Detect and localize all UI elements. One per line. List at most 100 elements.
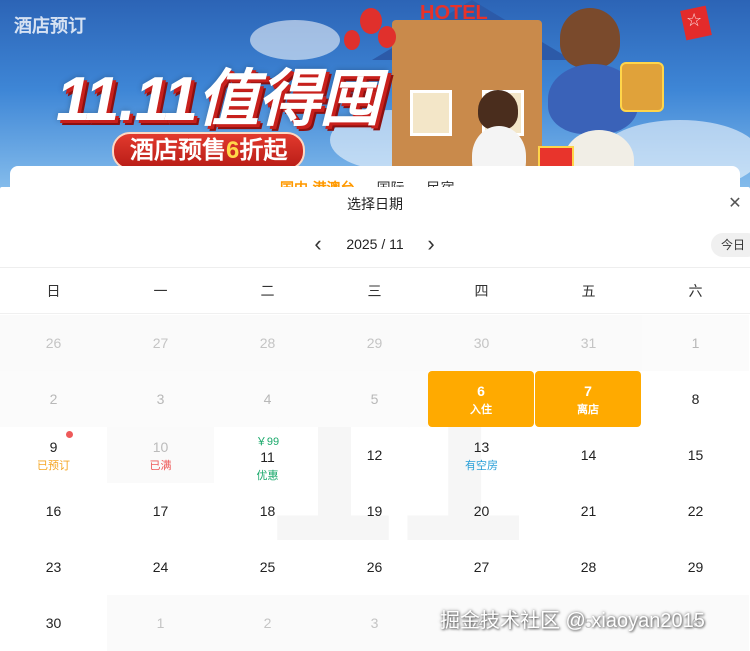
calendar-day[interactable]: 18 [214,483,321,539]
day-tag: 入住 [470,404,492,416]
day-number: 10 [152,439,169,455]
day-number: 1 [691,335,700,351]
calendar-day[interactable]: 7 离店 [535,371,641,427]
site-watermark: 掘金技术社区 @ xiaoyan2015 [440,610,705,632]
calendar-day[interactable]: 20 [428,483,535,539]
today-button[interactable]: 今日 [711,233,750,257]
calendar-grid: 26 27 28 29 30 31 1 2 3 4 5 6 入住 7 离店 8 9 已预订 10 已满 ￥99 11 优惠 1… [0,315,750,651]
day-tag: 有空房 [465,460,498,472]
page-title: 酒店预订 [14,16,86,36]
calendar-day: 2 [0,371,107,427]
prev-month-icon[interactable]: ‹ [305,231,331,257]
weekday-mon: 一 [153,283,168,299]
calendar-day[interactable]: 24 [107,539,214,595]
calendar-day[interactable]: 28 [535,539,642,595]
day-number: 13 [473,439,490,455]
next-month-icon[interactable]: › [418,231,444,257]
calendar-day[interactable]: 27 [428,539,535,595]
weekday-sat: 六 [688,283,703,299]
day-number: 15 [687,447,704,463]
calendar-day: 26 [0,315,107,371]
calendar-day: 1 [107,595,214,651]
calendar-day: 27 [107,315,214,371]
day-number: 26 [45,335,62,351]
promo-subtitle-prefix: 酒店预售 [130,137,226,164]
calendar-day: 3 [321,595,428,651]
balloon-illustration [378,26,396,48]
calendar-day[interactable]: 9 已预订 [0,427,107,483]
day-number: 2 [49,391,58,407]
day-tag: 离店 [577,404,599,416]
day-number: 4 [263,391,272,407]
booked-dot-icon [66,431,73,438]
promo-subtitle: 酒店预售6折起 [112,132,306,170]
date-picker-title: 选择日期 [347,196,403,212]
calendar-day: 2 [214,595,321,651]
calendar-day[interactable]: 6 入住 [428,371,534,427]
close-icon[interactable]: ✕ [722,191,748,217]
calendar-day[interactable]: 23 [0,539,107,595]
calendar-day[interactable]: 14 [535,427,642,483]
day-number: 18 [259,503,276,519]
day-number: 12 [366,447,383,463]
day-number: 20 [473,503,490,519]
promo-subtitle-highlight: 6 [226,137,240,164]
calendar-day[interactable]: 16 [0,483,107,539]
date-picker-sheet: 选择日期 ✕ ‹ 2025 / 11 › 今日 日 一 二 三 四 五 六 11… [0,187,750,651]
day-number: 24 [152,559,169,575]
calendar-day: 30 [428,315,535,371]
calendar-day[interactable]: 15 [642,427,749,483]
day-number: 28 [580,559,597,575]
calendar-day: 5 [321,371,428,427]
calendar-day[interactable]: 19 [321,483,428,539]
calendar-day[interactable]: 29 [642,539,749,595]
man-head-illustration [560,8,620,68]
day-number: 8 [691,391,700,407]
day-number: 19 [366,503,383,519]
day-number: 22 [687,503,704,519]
day-number: 27 [473,559,490,575]
calendar-day[interactable]: 12 [321,427,428,483]
app-root: HOTEL ☆ 酒店预订 11.11值得囤 酒店预售6折起 国内·港澳台 国际 … [0,0,750,651]
day-number: 30 [473,335,490,351]
window-illustration [410,90,452,136]
calendar-day[interactable]: 13 有空房 [428,427,535,483]
day-number: 1 [156,615,165,631]
calendar-day: 28 [214,315,321,371]
day-tag: 已预订 [37,460,70,472]
day-number: 2 [263,615,272,631]
day-number: 29 [366,335,383,351]
promo-headline: 11.11值得囤 [56,65,381,134]
month-navigation: ‹ 2025 / 11 › [0,227,750,261]
day-number: 3 [370,615,379,631]
calendar-day: 4 [214,371,321,427]
promo-subtitle-suffix: 折起 [239,137,288,164]
calendar-day[interactable]: 25 [214,539,321,595]
calendar-day: 29 [321,315,428,371]
day-number: 16 [45,503,62,519]
day-tag: 优惠 [256,470,279,482]
day-number: 5 [370,391,379,407]
month-label: 2025 / 11 [346,236,404,252]
day-number: 31 [580,335,597,351]
weekday-tue: 二 [260,283,275,299]
weekday-fri: 五 [581,283,596,299]
day-number: 21 [580,503,597,519]
day-number: 28 [259,335,276,351]
calendar-day[interactable]: 22 [642,483,749,539]
calendar-day[interactable]: 21 [535,483,642,539]
calendar-day: 10 已满 [107,427,214,483]
day-number: 25 [259,559,276,575]
calendar-day[interactable]: 8 [642,371,749,427]
calendar-day[interactable]: ￥99 11 优惠 [214,427,321,483]
day-number: 26 [366,559,383,575]
day-number: 23 [45,559,62,575]
star-icon: ☆ [686,10,703,30]
divider [0,267,750,268]
calendar-day[interactable]: 26 [321,539,428,595]
weekday-thu: 四 [474,283,489,299]
calendar-day: 31 [535,315,642,371]
calendar-day[interactable]: 17 [107,483,214,539]
woman-head-illustration [478,90,518,130]
calendar-day[interactable]: 30 [0,595,107,651]
